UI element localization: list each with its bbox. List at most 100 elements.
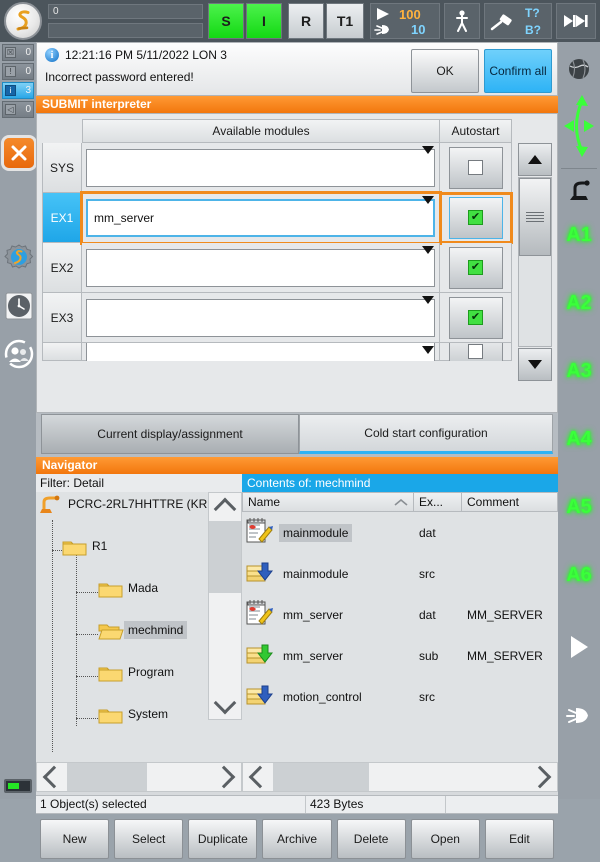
hand-jog-icon xyxy=(374,25,389,35)
module-combo-ex2[interactable] xyxy=(82,243,440,293)
pedestrian-status-button[interactable] xyxy=(444,3,480,39)
submit-interpreter-title: SUBMIT interpreter xyxy=(36,96,558,113)
autostart-cell-ex2[interactable]: ✔ xyxy=(440,243,512,293)
axis-label-a4[interactable]: A4 xyxy=(566,428,592,451)
select-button[interactable]: Select xyxy=(114,819,184,859)
axis-label-a6[interactable]: A6 xyxy=(566,564,592,587)
user-group-icon[interactable] xyxy=(3,338,35,370)
counter-acknowledge[interactable]: ◁ 0 xyxy=(2,101,34,118)
close-x-button[interactable] xyxy=(4,138,34,168)
kuka-robot-logo-button[interactable] xyxy=(4,2,42,40)
hscroll-right-button[interactable] xyxy=(211,765,241,789)
hscroll-left-button[interactable] xyxy=(243,765,273,789)
hscroll-left-button[interactable] xyxy=(37,765,67,789)
tab-cold-start-configuration[interactable]: Cold start configuration xyxy=(299,414,553,454)
status-button-s[interactable]: S xyxy=(208,3,244,39)
tree-item-mada[interactable]: Mada xyxy=(98,579,158,598)
jog-motion-arrows-icon[interactable] xyxy=(558,90,600,162)
tab-current-display-assignment[interactable]: Current display/assignment xyxy=(41,414,299,454)
status-button-i[interactable]: I xyxy=(246,3,282,39)
hscroll-right-button[interactable] xyxy=(527,765,557,789)
status-button-r[interactable]: R xyxy=(288,3,324,39)
edit-button[interactable]: Edit xyxy=(484,819,554,859)
main-content: i 12:21:16 PM 5/11/2022 LON 3 Incorrect … xyxy=(36,42,558,859)
list-item[interactable]: mainmodule dat xyxy=(242,512,558,553)
axis-label-a2[interactable]: A2 xyxy=(566,292,592,315)
tree-item-label: Program xyxy=(128,665,175,679)
new-button[interactable]: New xyxy=(40,819,110,859)
list-item[interactable]: mainmodule src xyxy=(242,553,558,594)
tree-item-system[interactable]: System xyxy=(98,705,168,724)
tree-scrollbar[interactable] xyxy=(208,492,242,720)
smartpad-screen: 0 S I R T1 100 10 T? B? ☒ 0 ! 0 i 3 ◁ 0 … xyxy=(0,0,600,859)
autostart-cell-sys[interactable] xyxy=(440,143,512,193)
autostart-button-next[interactable] xyxy=(448,343,503,361)
open-button[interactable]: Open xyxy=(410,819,480,859)
operating-mode-button[interactable]: T1 xyxy=(326,3,364,39)
delete-button[interactable]: Delete xyxy=(336,819,406,859)
robot-settings-icon[interactable] xyxy=(3,242,35,274)
play-button[interactable] xyxy=(558,629,600,665)
column-header-name[interactable]: Name xyxy=(242,492,414,512)
world-globe-icon[interactable] xyxy=(558,52,600,86)
tree-scrollbar-thumb[interactable] xyxy=(209,521,241,593)
scrollbar-thumb[interactable] xyxy=(519,178,551,256)
ok-button[interactable]: OK xyxy=(411,49,479,93)
table-row: EX3 ✔ xyxy=(42,293,512,343)
column-header-ext[interactable]: Ex... xyxy=(414,492,462,512)
autostart-cell-ex1[interactable]: ✔ xyxy=(439,192,513,244)
scroll-up-button[interactable] xyxy=(518,143,552,176)
counter-error[interactable]: ☒ 0 xyxy=(2,44,34,61)
tree-hscrollbar[interactable] xyxy=(36,762,242,792)
list-hscrollbar-thumb[interactable] xyxy=(273,763,369,791)
row-label-ex1[interactable]: EX1 xyxy=(42,193,82,243)
list-item[interactable]: mm_server sub MM_SERVER xyxy=(242,635,558,676)
tool-base-indicator[interactable]: T? B? xyxy=(484,3,552,39)
scroll-down-button[interactable] xyxy=(518,348,552,381)
scrollbar-track[interactable] xyxy=(518,177,552,347)
axis-label-a5[interactable]: A5 xyxy=(566,496,592,519)
increment-mode-button[interactable] xyxy=(556,3,596,39)
archive-button[interactable]: Archive xyxy=(262,819,332,859)
override-indicator[interactable]: 100 10 xyxy=(370,3,440,39)
counter-info[interactable]: i 3 xyxy=(2,82,34,99)
list-hscrollbar[interactable] xyxy=(242,762,558,792)
module-combo-ex3[interactable] xyxy=(82,293,440,343)
row-label-ex2[interactable]: EX2 xyxy=(42,243,82,293)
tree-item-program[interactable]: Program xyxy=(98,663,175,682)
autostart-button-ex2[interactable]: ✔ xyxy=(448,246,503,289)
list-item[interactable]: motion_control src xyxy=(242,676,558,717)
autostart-button-ex1[interactable]: ✔ xyxy=(448,196,503,239)
module-combo-next[interactable] xyxy=(82,343,440,361)
robot-axis-icon[interactable] xyxy=(558,174,600,208)
tree-item-controller[interactable]: PCRC-2RL7HHTTRE (KR( xyxy=(38,495,211,513)
duplicate-button[interactable]: Duplicate xyxy=(188,819,258,859)
list-item[interactable]: mm_server dat MM_SERVER xyxy=(242,594,558,635)
tree-scroll-down-button[interactable] xyxy=(209,691,241,719)
autostart-cell-next[interactable] xyxy=(440,343,512,361)
autostart-cell-ex3[interactable]: ✔ xyxy=(440,293,512,343)
tree-hscrollbar-thumb[interactable] xyxy=(67,763,147,791)
hand-jog-button[interactable] xyxy=(558,697,600,733)
file-list[interactable]: Name Ex... Comment mainmodule dat mainmo… xyxy=(242,492,558,762)
tree-scroll-up-button[interactable] xyxy=(209,493,241,521)
row-label-ex3[interactable]: EX3 xyxy=(42,293,82,343)
axis-label-a1[interactable]: A1 xyxy=(566,224,592,247)
module-combo-ex1[interactable]: mm_server xyxy=(80,191,442,245)
list-item-name: motion_control xyxy=(283,689,362,704)
autostart-button-ex3[interactable]: ✔ xyxy=(448,296,503,339)
tree-item-r1[interactable]: R1 xyxy=(62,537,107,556)
module-combo-sys[interactable] xyxy=(82,143,440,193)
tree-item-mechmind[interactable]: mechmind xyxy=(98,621,188,640)
filter-label[interactable]: Filter: Detail xyxy=(36,474,242,492)
axis-label-a3[interactable]: A3 xyxy=(566,360,592,383)
autostart-button-sys[interactable] xyxy=(448,146,503,189)
counter-warning[interactable]: ! 0 xyxy=(2,63,34,80)
clock-icon[interactable] xyxy=(3,290,35,322)
row-label-sys[interactable]: SYS xyxy=(42,143,82,193)
confirm-all-button[interactable]: Confirm all xyxy=(484,49,552,93)
table-scrollbar[interactable] xyxy=(518,143,552,381)
row-label-next[interactable] xyxy=(42,343,82,361)
list-item-name: mm_server xyxy=(283,607,344,622)
column-header-comment[interactable]: Comment xyxy=(462,492,558,512)
